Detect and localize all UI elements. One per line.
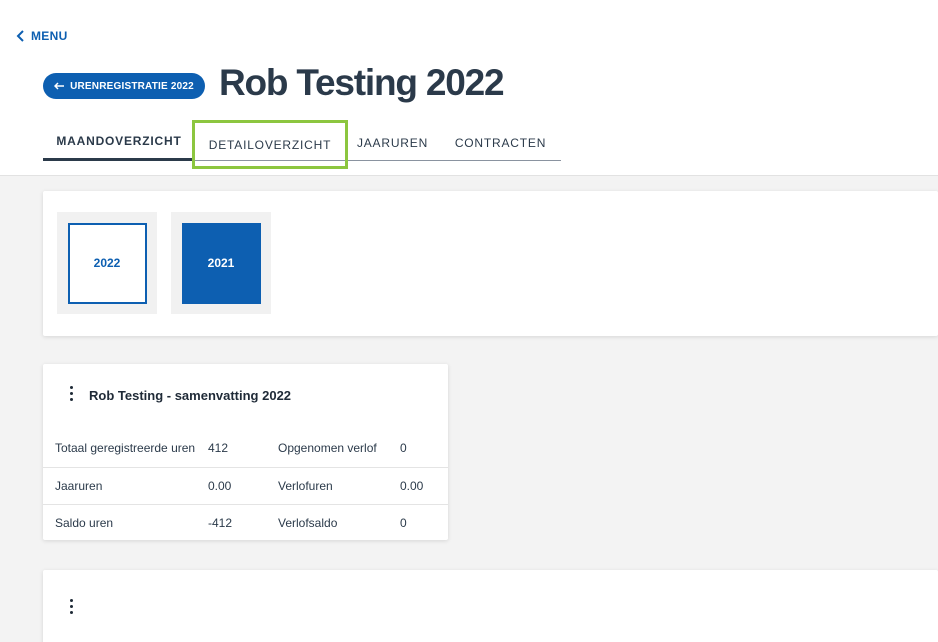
row-value: 0 bbox=[400, 503, 448, 541]
kebab-menu-icon[interactable] bbox=[68, 599, 74, 614]
table-row: Saldo uren -412 Verlofsaldo 0 bbox=[43, 503, 448, 541]
page-title: Rob Testing 2022 bbox=[219, 62, 505, 103]
year-tile-2021[interactable]: 2021 bbox=[171, 212, 271, 314]
table-row: Totaal geregistreerde uren 412 Opgenomen… bbox=[43, 430, 448, 467]
summary-card: Rob Testing - samenvatting 2022 Totaal g… bbox=[43, 364, 448, 541]
back-button-label: URENREGISTRATIE 2022 bbox=[70, 80, 194, 92]
tab-label: JAARUREN bbox=[356, 135, 429, 150]
arrow-left-icon bbox=[54, 82, 65, 90]
row-value: 0.00 bbox=[400, 466, 448, 504]
row-value: 0.00 bbox=[208, 466, 278, 504]
row-label: Totaal geregistreerde uren bbox=[55, 441, 196, 456]
chevron-left-icon bbox=[16, 30, 24, 42]
tab-label: DETAILOVERZICHT bbox=[208, 137, 332, 152]
row-label: Jaaruren bbox=[43, 466, 208, 504]
row-label: Verlofuren bbox=[278, 466, 400, 504]
year-button-2022[interactable]: 2022 bbox=[67, 222, 147, 304]
year-button-2021[interactable]: 2021 bbox=[181, 222, 261, 304]
summary-title: Rob Testing - samenvatting 2022 bbox=[89, 388, 292, 403]
year-tile-2022[interactable]: 2022 bbox=[57, 212, 157, 314]
year-selector-card: 2022 2021 bbox=[43, 191, 938, 336]
row-value: -412 bbox=[208, 503, 278, 541]
tab-label: MAANDOVERZICHT bbox=[56, 134, 182, 148]
table-row: Jaaruren 0.00 Verlofuren 0.00 bbox=[43, 466, 448, 504]
back-to-urenregistratie-button[interactable]: URENREGISTRATIE 2022 bbox=[43, 73, 205, 99]
menu-link[interactable]: MENU bbox=[16, 29, 68, 43]
second-card bbox=[43, 570, 938, 642]
row-value: 0 bbox=[400, 441, 407, 456]
tab-detailoverzicht[interactable]: DETAILOVERZICHT bbox=[192, 120, 348, 169]
page-header: MENU URENREGISTRATIE 2022 Rob Testing 20… bbox=[0, 0, 938, 176]
tab-label: CONTRACTEN bbox=[454, 135, 547, 150]
kebab-menu-icon[interactable] bbox=[68, 386, 74, 401]
summary-table: Totaal geregistreerde uren 412 Opgenomen… bbox=[43, 430, 448, 541]
row-label: Saldo uren bbox=[43, 503, 208, 541]
tab-jaaruren[interactable]: JAARUREN bbox=[345, 124, 440, 161]
tab-maandoverzicht[interactable]: MAANDOVERZICHT bbox=[43, 124, 195, 161]
row-value: 412 bbox=[208, 441, 229, 456]
row-label: Verlofsaldo bbox=[278, 503, 400, 541]
row-label: Opgenomen verlof bbox=[278, 441, 377, 456]
tab-contracten[interactable]: CONTRACTEN bbox=[440, 124, 561, 161]
tab-bar: MAANDOVERZICHT DETAILOVERZICHT JAARUREN … bbox=[43, 120, 561, 169]
menu-label: MENU bbox=[31, 29, 68, 43]
